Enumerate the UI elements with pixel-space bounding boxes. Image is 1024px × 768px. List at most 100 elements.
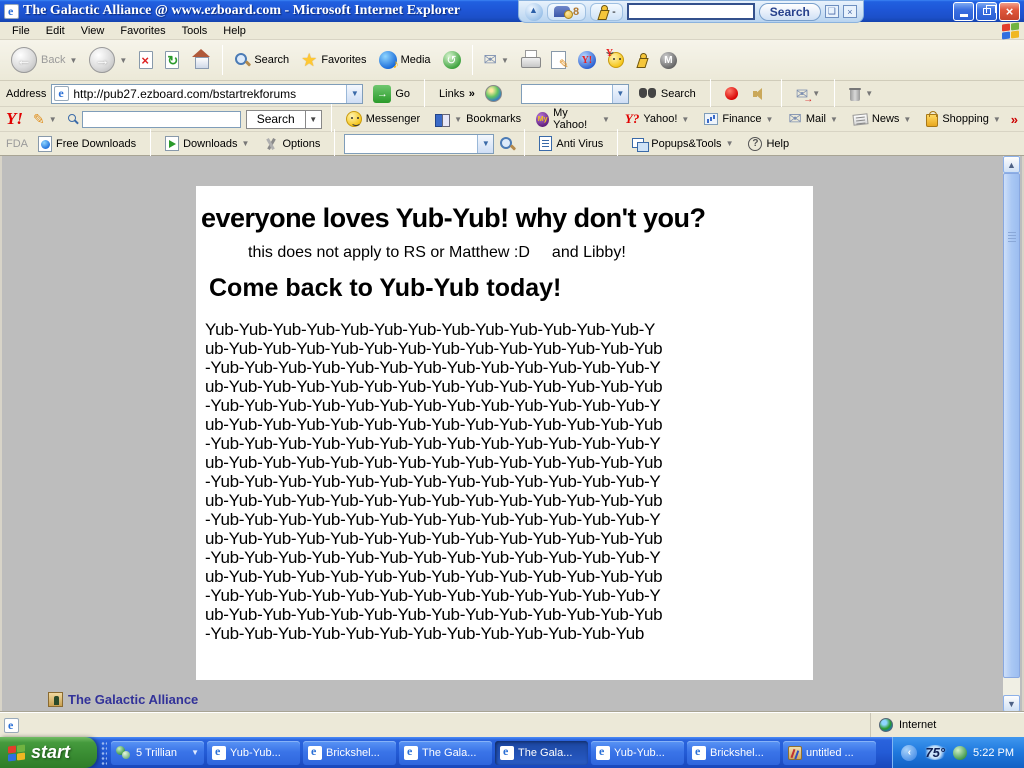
downloads-dropdown-icon[interactable]: ▼ — [242, 139, 250, 148]
bookmarks-button[interactable]: ▼ Bookmarks — [430, 110, 526, 129]
yahoo-logo[interactable]: Y! — [6, 109, 23, 129]
yahoo-companion-button[interactable]: Y! — [573, 48, 601, 72]
menu-tools[interactable]: Tools — [174, 23, 216, 39]
media-button[interactable]: Media — [374, 48, 436, 72]
task-brickshelf-2[interactable]: Brickshel... — [687, 740, 780, 765]
task-untitled-paint[interactable]: untitled ... — [783, 740, 876, 765]
news-button[interactable]: News ▼ — [848, 110, 916, 128]
trillian-tray-icon[interactable] — [953, 745, 968, 760]
fda-search-dropdown-icon[interactable]: ▼ — [477, 134, 494, 153]
mail-button[interactable]: ✉ ▼ — [479, 47, 514, 73]
popups-dropdown-icon[interactable]: ▼ — [726, 139, 734, 148]
weather-temperature[interactable]: 75° — [923, 745, 948, 760]
search-button[interactable]: Search — [229, 49, 294, 71]
task-brickshelf-1[interactable]: Brickshel... — [303, 740, 396, 765]
yahoo-search-input[interactable] — [82, 110, 241, 128]
tray-chevron-icon[interactable]: ‹ — [901, 744, 918, 761]
my-yahoo-dropdown-icon[interactable]: ▼ — [602, 115, 610, 124]
record-button[interactable] — [720, 84, 743, 103]
task-galactic-2-active[interactable]: The Gala... — [495, 740, 588, 765]
news-dropdown-icon[interactable]: ▼ — [903, 115, 911, 124]
deskbar-search-input[interactable] — [626, 3, 755, 20]
scroll-down-icon[interactable]: ▼ — [1003, 695, 1020, 712]
free-downloads-button[interactable]: Free Downloads — [33, 133, 141, 155]
forward-dropdown-icon[interactable]: ▼ — [119, 56, 127, 65]
start-button[interactable]: start — [0, 737, 97, 768]
menu-edit[interactable]: Edit — [38, 23, 73, 39]
deskbar-search-button[interactable]: Search — [758, 2, 821, 21]
task-trillian[interactable]: 5 Trillian ▼ — [111, 740, 204, 765]
forward-button[interactable]: → ▼ — [84, 44, 132, 76]
aim-status-pill[interactable]: - — [590, 2, 623, 21]
vertical-scrollbar[interactable]: ▲ ▼ — [1003, 156, 1020, 712]
my-yahoo-button[interactable]: My My Yahoo! ▼ — [531, 104, 615, 134]
back-button[interactable]: ← Back ▼ — [6, 44, 82, 76]
send-page-button[interactable]: ✉ ▼ — [791, 82, 826, 106]
yahoo-messenger-button[interactable] — [603, 48, 629, 71]
scrollbar-thumb[interactable] — [1003, 173, 1020, 678]
trash-dropdown-icon[interactable]: ▼ — [865, 89, 873, 98]
taskbar-grip[interactable] — [101, 740, 107, 765]
pencil-dropdown-icon[interactable]: ▼ — [49, 115, 57, 124]
go-button[interactable]: → Go — [368, 82, 415, 106]
yahoo-dropdown-icon[interactable]: ▼ — [681, 115, 689, 124]
send-dropdown-icon[interactable]: ▼ — [812, 89, 820, 98]
task-yub-yub-2[interactable]: Yub-Yub... — [591, 740, 684, 765]
help-button[interactable]: ? Help — [743, 134, 794, 154]
scroll-up-icon[interactable]: ▲ — [1003, 156, 1020, 173]
yahoo-home-button[interactable]: Y? Yahoo! ▼ — [620, 108, 694, 130]
search-key-icon[interactable] — [67, 113, 78, 125]
mail-dropdown-icon[interactable]: ▼ — [501, 56, 509, 65]
downloads-button[interactable]: Downloads ▼ — [160, 133, 254, 154]
links-chevron-icon[interactable]: » — [469, 88, 475, 100]
group-dropdown-icon[interactable]: ▼ — [191, 748, 199, 757]
anti-virus-button[interactable]: Anti Virus — [534, 133, 608, 154]
shopping-button[interactable]: Shopping ▼ — [921, 109, 1005, 130]
finance-dropdown-icon[interactable]: ▼ — [765, 115, 773, 124]
address-url[interactable]: http://pub27.ezboard.com/bstartrekforums — [69, 87, 300, 101]
search-dropdown-icon[interactable]: ▼ — [611, 84, 628, 103]
restore-button[interactable] — [976, 1, 997, 21]
refresh-button[interactable]: ↻ — [160, 48, 184, 72]
menu-favorites[interactable]: Favorites — [112, 23, 173, 39]
shopping-dropdown-icon[interactable]: ▼ — [993, 115, 1001, 124]
yahoo-overflow-icon[interactable]: » — [1011, 112, 1018, 127]
task-yub-yub-1[interactable]: Yub-Yub... — [207, 740, 300, 765]
menu-view[interactable]: View — [73, 23, 113, 39]
title-bar[interactable]: The Galactic Alliance @ www.ezboard.com … — [0, 0, 1024, 22]
galactic-alliance-link[interactable]: The Galactic Alliance — [48, 692, 198, 707]
trash-button[interactable]: ▼ — [844, 83, 878, 105]
deskbar-dock-icon[interactable]: ❏ — [824, 5, 839, 18]
minimize-button[interactable] — [953, 1, 974, 21]
yahoo-search-dropdown-icon[interactable]: ▼ — [305, 109, 322, 129]
stop-button[interactable]: × — [134, 48, 158, 72]
options-button[interactable]: Options — [259, 134, 325, 154]
menu-help[interactable]: Help — [215, 23, 254, 39]
messenger-button[interactable]: Messenger — [341, 108, 425, 130]
yahoo-mail-dropdown-icon[interactable]: ▼ — [830, 115, 838, 124]
links-button[interactable]: Links » — [434, 85, 480, 103]
popups-tools-button[interactable]: Popups&Tools ▼ — [627, 135, 738, 153]
address-combobox[interactable]: http://pub27.ezboard.com/bstartrekforums… — [51, 83, 364, 104]
history-button[interactable]: ↺ — [438, 48, 466, 72]
address-dropdown-icon[interactable]: ▼ — [346, 84, 363, 103]
menu-file[interactable]: File — [4, 23, 38, 39]
print-button[interactable] — [516, 48, 544, 72]
yahoo-pencil-button[interactable]: ✎ ▼ — [28, 108, 62, 131]
back-dropdown-icon[interactable]: ▼ — [69, 56, 77, 65]
aol-icon[interactable] — [525, 2, 543, 21]
close-button[interactable]: × — [999, 1, 1020, 21]
edit-button[interactable] — [546, 48, 571, 72]
bookmarks-dropdown-icon[interactable]: ▼ — [454, 115, 462, 124]
toolbar-search-combobox[interactable]: ▼ — [520, 83, 629, 104]
mail-status-pill[interactable]: 8 — [547, 2, 587, 21]
finance-button[interactable]: Finance ▼ — [699, 110, 778, 128]
favorites-button[interactable]: ★ Favorites — [296, 48, 371, 72]
yahoo-mail-button[interactable]: ✉ Mail ▼ — [783, 106, 843, 132]
aim-button[interactable] — [631, 50, 653, 70]
yahoo-search-button[interactable]: Search ▼ — [245, 109, 322, 129]
home-button[interactable] — [186, 47, 216, 73]
task-galactic-1[interactable]: The Gala... — [399, 740, 492, 765]
messenger-m-button[interactable]: M — [655, 49, 682, 72]
deskbar-close-icon[interactable]: × — [842, 5, 857, 18]
